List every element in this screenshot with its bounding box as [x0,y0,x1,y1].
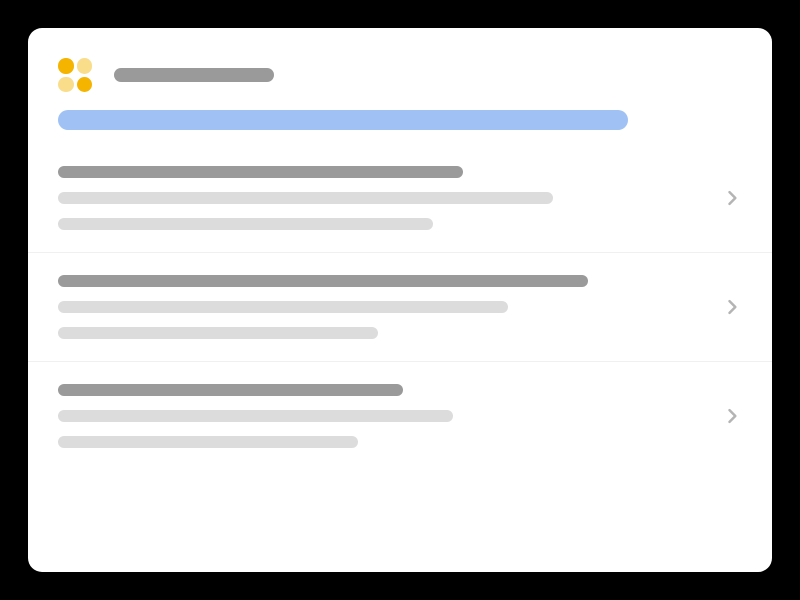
highlight-row [28,110,772,138]
results-card [28,28,772,572]
list-item-title [58,384,403,396]
list-item-title [58,275,588,287]
list-item-body-line [58,301,508,313]
card-header [28,28,772,110]
chevron-right-icon [722,188,742,208]
app-logo-icon [58,58,92,92]
list-item[interactable] [28,361,772,470]
list-item-body-line [58,192,553,204]
list-item-content [58,166,702,230]
chevron-right-icon [722,297,742,317]
list-item[interactable] [28,156,772,252]
list-item-title [58,166,463,178]
list-item-content [58,384,702,448]
results-list [28,156,772,470]
highlight-bar[interactable] [58,110,628,130]
list-item-content [58,275,702,339]
list-item-body-line [58,436,358,448]
list-item[interactable] [28,252,772,361]
list-item-body-line [58,327,378,339]
list-item-body-line [58,410,453,422]
chevron-right-icon [722,406,742,426]
list-item-body-line [58,218,433,230]
card-title [114,68,274,82]
